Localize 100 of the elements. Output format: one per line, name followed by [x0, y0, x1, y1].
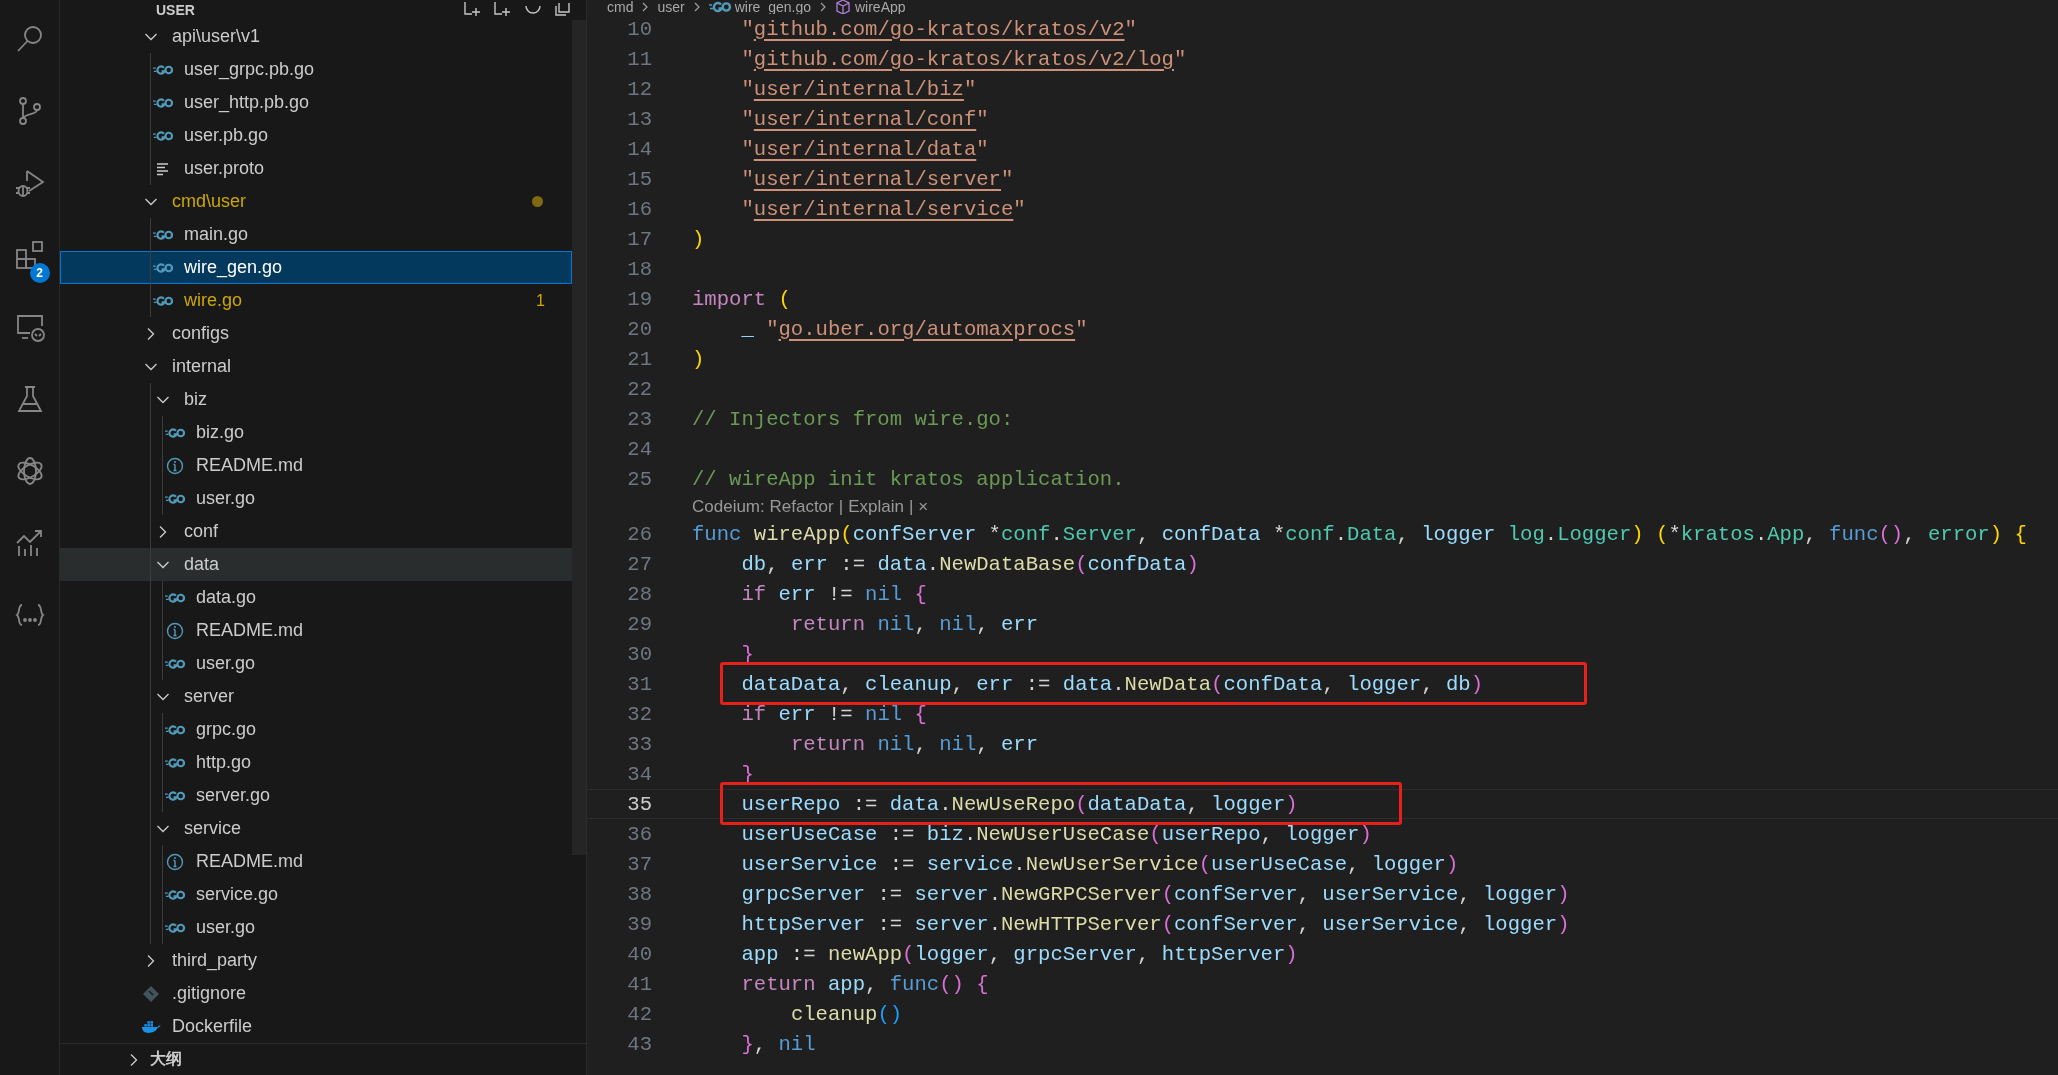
- file-type-icon: [153, 293, 173, 308]
- file-item[interactable]: Dockerfile: [60, 1010, 572, 1043]
- line-number: 31: [626, 672, 652, 696]
- folder-item[interactable]: internal: [60, 350, 572, 383]
- folder-item[interactable]: service: [60, 812, 572, 845]
- line-number: 11: [626, 47, 652, 71]
- line-number: 43: [626, 1032, 652, 1056]
- line-number: 35: [626, 792, 652, 816]
- section-header[interactable]: USER: [156, 1, 195, 19]
- line-number: 29: [626, 612, 652, 636]
- cube-icon: [834, 0, 851, 14]
- file-type-icon: [165, 788, 185, 803]
- code-line: userRepo := data.NewUseRepo(dataData, logger): [741, 792, 1298, 816]
- code-line: func wireApp(confServer *conf.Server, confData *conf.Data, logger log.Logger) (*kratos.App, func(), error) {: [692, 522, 2027, 546]
- code-line: "github.com/go-kratos/kratos/v2": [741, 17, 1137, 41]
- outline-header[interactable]: 大纲: [60, 1043, 586, 1075]
- line-number: 28: [626, 582, 652, 606]
- code-line: }, nil: [741, 1032, 816, 1056]
- lens-action[interactable]: ×: [918, 496, 929, 517]
- line-number: 18: [626, 257, 652, 281]
- file-item[interactable]: main.go: [60, 218, 572, 251]
- file-item[interactable]: wire.go 1: [60, 284, 572, 317]
- breadcrumb-item[interactable]: wireApp: [834, 0, 906, 14]
- line-number: 37: [626, 852, 652, 876]
- file-item[interactable]: service.go: [60, 878, 572, 911]
- file-type-icon: [153, 62, 173, 77]
- folder-item[interactable]: configs: [60, 317, 572, 350]
- folder-item[interactable]: api\user\v1: [60, 20, 572, 53]
- file-item[interactable]: .gitignore: [60, 977, 572, 1010]
- file-type-icon: [153, 95, 173, 110]
- file-item[interactable]: data.go: [60, 581, 572, 614]
- whale-icon: [141, 1018, 161, 1035]
- file-item[interactable]: grpc.go: [60, 713, 572, 746]
- file-type-icon: [165, 656, 185, 671]
- scrollbar[interactable]: [572, 20, 586, 855]
- line-number: 20: [626, 317, 652, 341]
- line-number: 34: [626, 762, 652, 786]
- code-line: if err != nil {: [741, 582, 927, 606]
- code-line: return nil, nil, err: [790, 732, 1039, 756]
- file-item[interactable]: README.md: [60, 614, 572, 647]
- file-type-icon: [165, 491, 185, 506]
- code-line: dataData, cleanup, err := data.NewData(confData, logger, db): [741, 672, 1483, 696]
- code-line: ): [692, 227, 705, 251]
- code-line: import (: [692, 287, 791, 311]
- code-line: app := newApp(logger, grpcServer, httpServer): [741, 942, 1298, 966]
- separator: |: [908, 496, 914, 517]
- file-item[interactable]: wire_gen.go: [60, 251, 572, 284]
- line-number: 16: [626, 197, 652, 221]
- lens-action[interactable]: Codeium: Refactor: [692, 496, 834, 517]
- count-badge: 2: [29, 263, 50, 283]
- breadcrumb-item[interactable]: cmd: [607, 0, 634, 14]
- file-item[interactable]: README.md: [60, 449, 572, 482]
- file-type-icon: [165, 887, 185, 902]
- line-number: 27: [626, 552, 652, 576]
- breadcrumb-item[interactable]: user: [657, 0, 685, 14]
- folder-item[interactable]: conf: [60, 515, 572, 548]
- file-item[interactable]: biz.go: [60, 416, 572, 449]
- line-number: 41: [626, 972, 652, 996]
- line-number: 14: [626, 137, 652, 161]
- line-number: 21: [626, 347, 652, 371]
- code-line: // Injectors from wire.go:: [692, 407, 1014, 431]
- line-number: 10: [626, 17, 652, 41]
- folder-item[interactable]: third_party: [60, 944, 572, 977]
- run-debug-icon[interactable]: [13, 167, 46, 199]
- code-line: "user/internal/server": [741, 167, 1014, 191]
- line-number: 22: [626, 377, 652, 401]
- file-item[interactable]: http.go: [60, 746, 572, 779]
- line-number: 33: [626, 732, 652, 756]
- code-line: if err != nil {: [741, 702, 927, 726]
- folder-item[interactable]: biz: [60, 383, 572, 416]
- file-item[interactable]: user.go: [60, 647, 572, 680]
- code-line: return nil, nil, err: [790, 612, 1039, 636]
- line-number: 17: [626, 227, 652, 251]
- code-line: ): [692, 347, 705, 371]
- info-icon: [166, 852, 184, 871]
- folder-item[interactable]: server: [60, 680, 572, 713]
- problem-count: 1: [536, 291, 545, 310]
- lens-action[interactable]: Explain: [848, 496, 904, 517]
- file-item[interactable]: user.pb.go: [60, 119, 572, 152]
- breadcrumb-item[interactable]: wire_gen.go: [708, 0, 811, 14]
- file-type-icon: [165, 425, 185, 440]
- folder-item[interactable]: cmd\user: [60, 185, 572, 218]
- file-item[interactable]: user_http.pb.go: [60, 86, 572, 119]
- line-number: 40: [626, 942, 652, 966]
- file-item[interactable]: user.proto: [60, 152, 572, 185]
- file-type-icon: [165, 590, 185, 605]
- code-line: db, err := data.NewDataBase(confData): [741, 552, 1199, 576]
- file-item[interactable]: server.go: [60, 779, 572, 812]
- line-number: 26: [626, 522, 652, 546]
- line-number: 24: [626, 437, 652, 461]
- folder-item[interactable]: data: [60, 548, 572, 581]
- file-item[interactable]: user_grpc.pb.go: [60, 53, 572, 86]
- file-item[interactable]: README.md: [60, 845, 572, 878]
- line-number: 25: [626, 467, 652, 491]
- code-line: "user/internal/data": [741, 137, 989, 161]
- file-item[interactable]: user.go: [60, 911, 572, 944]
- file-type-icon: [153, 227, 173, 242]
- file-type-icon: [153, 128, 173, 143]
- file-item[interactable]: user.go: [60, 482, 572, 515]
- line-number: 13: [626, 107, 652, 131]
